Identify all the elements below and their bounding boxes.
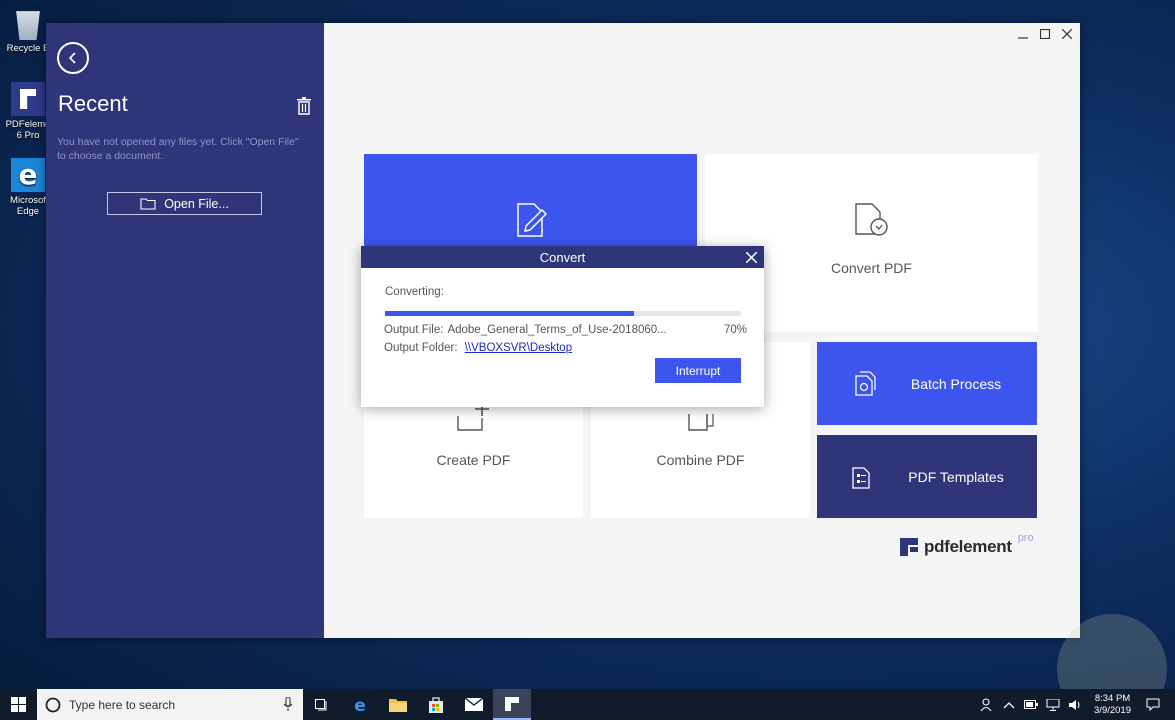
progress-fill <box>385 311 635 316</box>
task-view-button[interactable] <box>303 689 341 720</box>
dialog-close-button[interactable] <box>743 249 759 265</box>
chevron-up-icon <box>1003 701 1015 708</box>
store-icon <box>429 697 443 713</box>
network-icon <box>1046 698 1060 711</box>
convert-dialog: Convert Converting: Output File: Adobe_G… <box>361 246 764 407</box>
converting-label: Converting: <box>385 286 444 298</box>
window-controls <box>1014 25 1076 43</box>
close-icon <box>745 251 757 263</box>
tile-label: PDF Templates <box>908 468 1004 485</box>
pdfelement-logo: pdfelement pro <box>900 532 1034 557</box>
templates-icon <box>852 466 870 489</box>
brand-suffix: pro <box>1017 532 1034 544</box>
output-folder-label: Output Folder: <box>384 342 458 354</box>
open-file-button[interactable]: Open File... <box>107 192 262 215</box>
clock-date: 3/9/2019 <box>1094 704 1131 716</box>
conversion-progress-bar <box>385 311 741 316</box>
trash-icon[interactable] <box>296 97 312 115</box>
minimize-button[interactable] <box>1014 25 1032 43</box>
back-button[interactable] <box>57 42 89 74</box>
brand-name: pdfelement <box>924 537 1012 556</box>
open-file-label: Open File... <box>164 196 229 211</box>
edge-icon: e <box>11 158 45 192</box>
tile-label: Batch Process <box>910 375 1002 392</box>
action-center-button[interactable] <box>1139 689 1167 720</box>
show-hidden-icons-button[interactable] <box>1002 698 1016 712</box>
network-button[interactable] <box>1046 698 1060 712</box>
volume-button[interactable] <box>1068 698 1082 712</box>
taskbar-edge[interactable]: e <box>341 689 379 720</box>
dialog-title: Convert <box>539 249 586 265</box>
taskbar-mail[interactable] <box>455 689 493 720</box>
system-tray: 8:34 PM 3/9/2019 <box>980 689 1175 720</box>
tile-label: Convert PDF <box>831 260 912 276</box>
taskbar-file-explorer[interactable] <box>379 689 417 720</box>
notification-icon <box>1146 698 1160 711</box>
cortana-icon <box>45 697 61 712</box>
tile-label: Create PDF <box>436 452 511 468</box>
folder-icon <box>389 699 407 712</box>
tile-batch-process[interactable]: Batch Process <box>817 342 1037 425</box>
taskbar-pdfelement[interactable] <box>493 689 531 720</box>
recent-sidebar: Recent You have not opened any files yet… <box>46 23 324 638</box>
output-file-value: Adobe_General_Terms_of_Use-2018060... <box>447 324 667 336</box>
close-icon <box>1062 29 1072 39</box>
people-button[interactable] <box>980 697 994 712</box>
folder-icon <box>140 198 156 210</box>
output-file-row: Output File: Adobe_General_Terms_of_Use-… <box>384 324 747 336</box>
maximize-icon <box>1040 29 1050 39</box>
batch-process-icon <box>855 370 876 396</box>
battery-icon <box>1024 700 1039 709</box>
svg-text:e: e <box>354 696 366 714</box>
taskbar-clock[interactable]: 8:34 PM 3/9/2019 <box>1094 693 1131 717</box>
convert-document-icon <box>854 203 888 236</box>
recycle-bin-icon <box>16 11 40 40</box>
close-window-button[interactable] <box>1058 25 1076 43</box>
dialog-header: Convert <box>361 246 764 268</box>
tile-pdf-templates[interactable]: PDF Templates <box>817 435 1037 518</box>
battery-button[interactable] <box>1024 698 1039 712</box>
maximize-button[interactable] <box>1036 25 1054 43</box>
edit-document-icon <box>516 203 547 237</box>
taskbar-search-box[interactable]: Type here to search <box>37 689 303 720</box>
mail-icon <box>465 698 483 711</box>
pdfelement-icon <box>11 82 45 116</box>
clock-time: 8:34 PM <box>1094 692 1131 704</box>
taskbar-store[interactable] <box>417 689 455 720</box>
search-placeholder: Type here to search <box>69 697 176 712</box>
interrupt-button[interactable]: Interrupt <box>655 358 741 383</box>
output-file-label: Output File: <box>384 324 444 336</box>
tile-label: Combine PDF <box>656 452 745 468</box>
sidebar-title: Recent <box>58 91 128 116</box>
microphone-icon[interactable] <box>283 697 293 712</box>
task-view-icon <box>315 698 327 710</box>
output-folder-link[interactable]: \\VBOXSVR\Desktop <box>465 342 572 354</box>
people-icon <box>980 697 992 711</box>
output-folder-row: Output Folder: \\VBOXSVR\Desktop <box>384 342 572 354</box>
pdfelement-logo-icon <box>900 538 918 556</box>
chevron-left-icon <box>68 52 76 64</box>
edge-icon: e <box>354 696 366 714</box>
windows-logo-icon <box>11 697 26 712</box>
minimize-icon <box>1018 37 1028 39</box>
taskbar: Type here to search e 8:34 PM 3/9/2019 <box>0 689 1175 720</box>
start-button[interactable] <box>0 689 37 720</box>
speaker-icon <box>1069 699 1080 710</box>
progress-percent: 70% <box>723 324 747 336</box>
pdfelement-icon <box>505 696 519 711</box>
empty-recent-hint: You have not opened any files yet. Click… <box>57 136 299 162</box>
